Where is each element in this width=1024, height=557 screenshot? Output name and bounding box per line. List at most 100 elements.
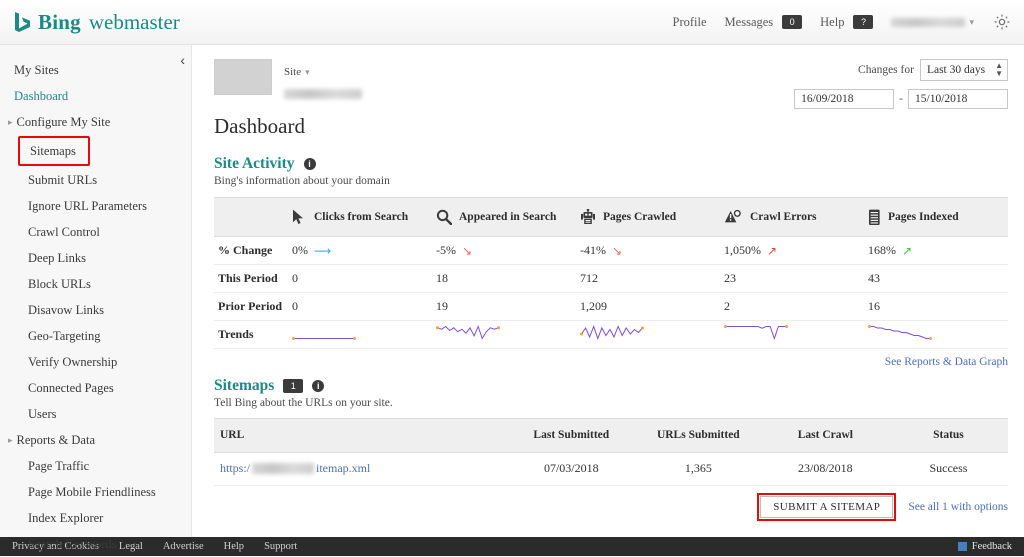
trend-arrow-up-icon: ↗ xyxy=(767,245,777,257)
sidebar-item-deep-links[interactable]: Deep Links xyxy=(0,245,191,271)
trend-arrow-flat-icon: ⟶ xyxy=(314,245,331,257)
site-activity-table: Clicks from Search Appeared in Search xyxy=(214,197,1008,349)
sidebar-item-my-sites[interactable]: My Sites xyxy=(0,57,191,83)
sidebar-item-crawl-control[interactable]: Crawl Control xyxy=(0,219,191,245)
sidebar-group-label: Configure My Site xyxy=(17,115,111,130)
sidebar-item-dashboard[interactable]: Dashboard xyxy=(0,83,191,109)
column-pages-indexed: Pages Indexed xyxy=(864,198,1008,237)
cell-this-period-2: 712 xyxy=(576,265,720,293)
sparkline-appeared-in-search xyxy=(436,325,572,344)
cell-pct-change-2: -41% ↘ xyxy=(576,237,720,265)
site-dropdown[interactable]: Site ▾ xyxy=(284,62,362,80)
cell-prior-period-1: 19 xyxy=(432,293,576,321)
help-link[interactable]: Help ? xyxy=(820,13,873,31)
search-keywords-title[interactable]: Search Keywords xyxy=(214,535,330,537)
column-label: Appeared in Search xyxy=(459,211,556,223)
messages-count-badge: 0 xyxy=(782,15,802,29)
sidebar-item-search-keywords[interactable]: Search Keywords xyxy=(0,531,191,557)
footer-link-help[interactable]: Help xyxy=(224,541,244,552)
site-activity-section-header: Site Activity i Bing's information about… xyxy=(214,155,1008,187)
site-label: Site xyxy=(284,66,301,78)
see-all-with-options-link[interactable]: See all 1 with options xyxy=(908,501,1008,513)
value: -41% xyxy=(580,243,606,258)
row-label-prior-period: Prior Period xyxy=(214,293,288,321)
site-activity-title[interactable]: Site Activity xyxy=(214,155,295,173)
sidebar-group-configure-my-site[interactable]: ▸ Configure My Site xyxy=(0,109,191,135)
sitemap-url-link-prefix[interactable]: https:/ xyxy=(220,461,250,476)
cell-pct-change-3: 1,050%↗ xyxy=(720,237,864,265)
changes-for-label: Changes for xyxy=(858,64,914,76)
footer-link-support[interactable]: Support xyxy=(264,541,297,552)
sidebar-item-page-mobile-friendliness[interactable]: Page Mobile Friendliness xyxy=(0,479,191,505)
help-label: Help xyxy=(820,15,844,29)
date-to-input[interactable] xyxy=(908,89,1008,109)
sidebar-item-index-explorer[interactable]: Index Explorer xyxy=(0,505,191,531)
sidebar-item-ignore-url-parameters[interactable]: Ignore URL Parameters xyxy=(0,193,191,219)
sitemaps-section-header: Sitemaps 1 i Tell Bing about the URLs on… xyxy=(214,376,1008,408)
sidebar-item-submit-urls[interactable]: Submit URLs xyxy=(0,167,191,193)
column-clicks-from-search: Clicks from Search xyxy=(288,198,432,237)
sitemaps-title[interactable]: Sitemaps xyxy=(214,377,274,395)
sidebar-item-users[interactable]: Users xyxy=(0,401,191,427)
cursor-icon xyxy=(292,209,307,225)
see-reports-and-data-graph-link[interactable]: See Reports & Data Graph xyxy=(214,356,1008,368)
gear-icon[interactable] xyxy=(992,12,1012,32)
cell-this-period-4: 43 xyxy=(864,265,1008,293)
row-label-this-period: This Period xyxy=(214,265,288,293)
cell-this-period-0: 0 xyxy=(288,265,432,293)
sidebar-item-page-traffic[interactable]: Page Traffic xyxy=(0,453,191,479)
date-range-select[interactable]: Last 30 days ▲▼ xyxy=(920,59,1008,81)
cell-prior-period-4: 16 xyxy=(864,293,1008,321)
sidebar-item-geo-targeting[interactable]: Geo-Targeting xyxy=(0,323,191,349)
sidebar-item-disavow-links[interactable]: Disavow Links xyxy=(0,297,191,323)
profile-link[interactable]: Profile xyxy=(673,15,707,30)
user-account-menu[interactable]: ▾ xyxy=(891,17,974,28)
sidebar-item-connected-pages[interactable]: Connected Pages xyxy=(0,375,191,401)
cell-pct-change-1: -5% ↘ xyxy=(432,237,576,265)
sidebar: ‹ My Sites Dashboard ▸ Configure My Site… xyxy=(0,45,192,537)
site-activity-subtitle: Bing's information about your domain xyxy=(214,175,1008,187)
sidebar-item-verify-ownership[interactable]: Verify Ownership xyxy=(0,349,191,375)
sidebar-collapse-icon[interactable]: ‹ xyxy=(180,52,185,68)
table-row: Prior Period 0 19 1,209 2 16 xyxy=(214,293,1008,321)
table-header-row: URL Last Submitted URLs Submitted Last C… xyxy=(214,418,1008,452)
cell-prior-period-3: 2 xyxy=(720,293,864,321)
trend-arrow-down-icon: ↘ xyxy=(462,245,472,257)
sidebar-item-sitemaps[interactable]: Sitemaps xyxy=(18,136,90,166)
column-urls-submitted: URLs Submitted xyxy=(635,418,762,452)
robot-icon xyxy=(580,209,596,226)
messages-link[interactable]: Messages 0 xyxy=(725,13,803,31)
inbound-links-title[interactable]: Inbound Links xyxy=(625,535,724,537)
info-icon[interactable]: i xyxy=(304,158,316,170)
feedback-button[interactable]: Feedback xyxy=(958,541,1012,552)
column-status: Status xyxy=(889,418,1008,452)
feedback-label: Feedback xyxy=(972,541,1012,552)
cell-prior-period-2: 1,209 xyxy=(576,293,720,321)
chevron-right-icon: ▸ xyxy=(8,435,13,446)
trend-arrow-down-icon: ↘ xyxy=(612,245,622,257)
bing-webmaster-logo[interactable]: Bing webmaster xyxy=(0,10,180,35)
pages-indexed-icon xyxy=(868,209,881,226)
cell-this-period-1: 18 xyxy=(432,265,576,293)
sitemaps-subtitle: Tell Bing about the URLs on your site. xyxy=(214,397,1008,409)
inbound-links-section-header: Inbound Links 8 i Links pointed at your … xyxy=(625,535,1008,537)
submit-sitemap-highlight: SUBMIT A SITEMAP xyxy=(757,493,896,521)
date-from-input[interactable] xyxy=(794,89,894,109)
info-icon[interactable]: i xyxy=(312,380,324,392)
sidebar-item-block-urls[interactable]: Block URLs xyxy=(0,271,191,297)
cell-last-submitted: 07/03/2018 xyxy=(508,452,635,485)
row-label-trends: Trends xyxy=(214,321,288,349)
brand-name: Bing xyxy=(38,10,81,35)
chevron-right-icon: ▸ xyxy=(8,117,13,128)
bottom-panels: Search Keywords 16 i Your top keywords f… xyxy=(214,535,1008,537)
cell-trend-4 xyxy=(864,321,1008,349)
cell-status: Success xyxy=(889,452,1008,485)
sidebar-group-reports-and-data[interactable]: ▸ Reports & Data xyxy=(0,427,191,453)
cell-prior-period-0: 0 xyxy=(288,293,432,321)
submit-a-sitemap-button[interactable]: SUBMIT A SITEMAP xyxy=(760,496,893,518)
page-title: Dashboard xyxy=(214,114,1008,139)
crawl-error-icon xyxy=(724,209,743,225)
sitemaps-count-badge: 1 xyxy=(283,379,303,393)
value: -5% xyxy=(436,243,456,258)
sitemap-url-link-suffix[interactable]: itemap.xml xyxy=(316,461,370,476)
